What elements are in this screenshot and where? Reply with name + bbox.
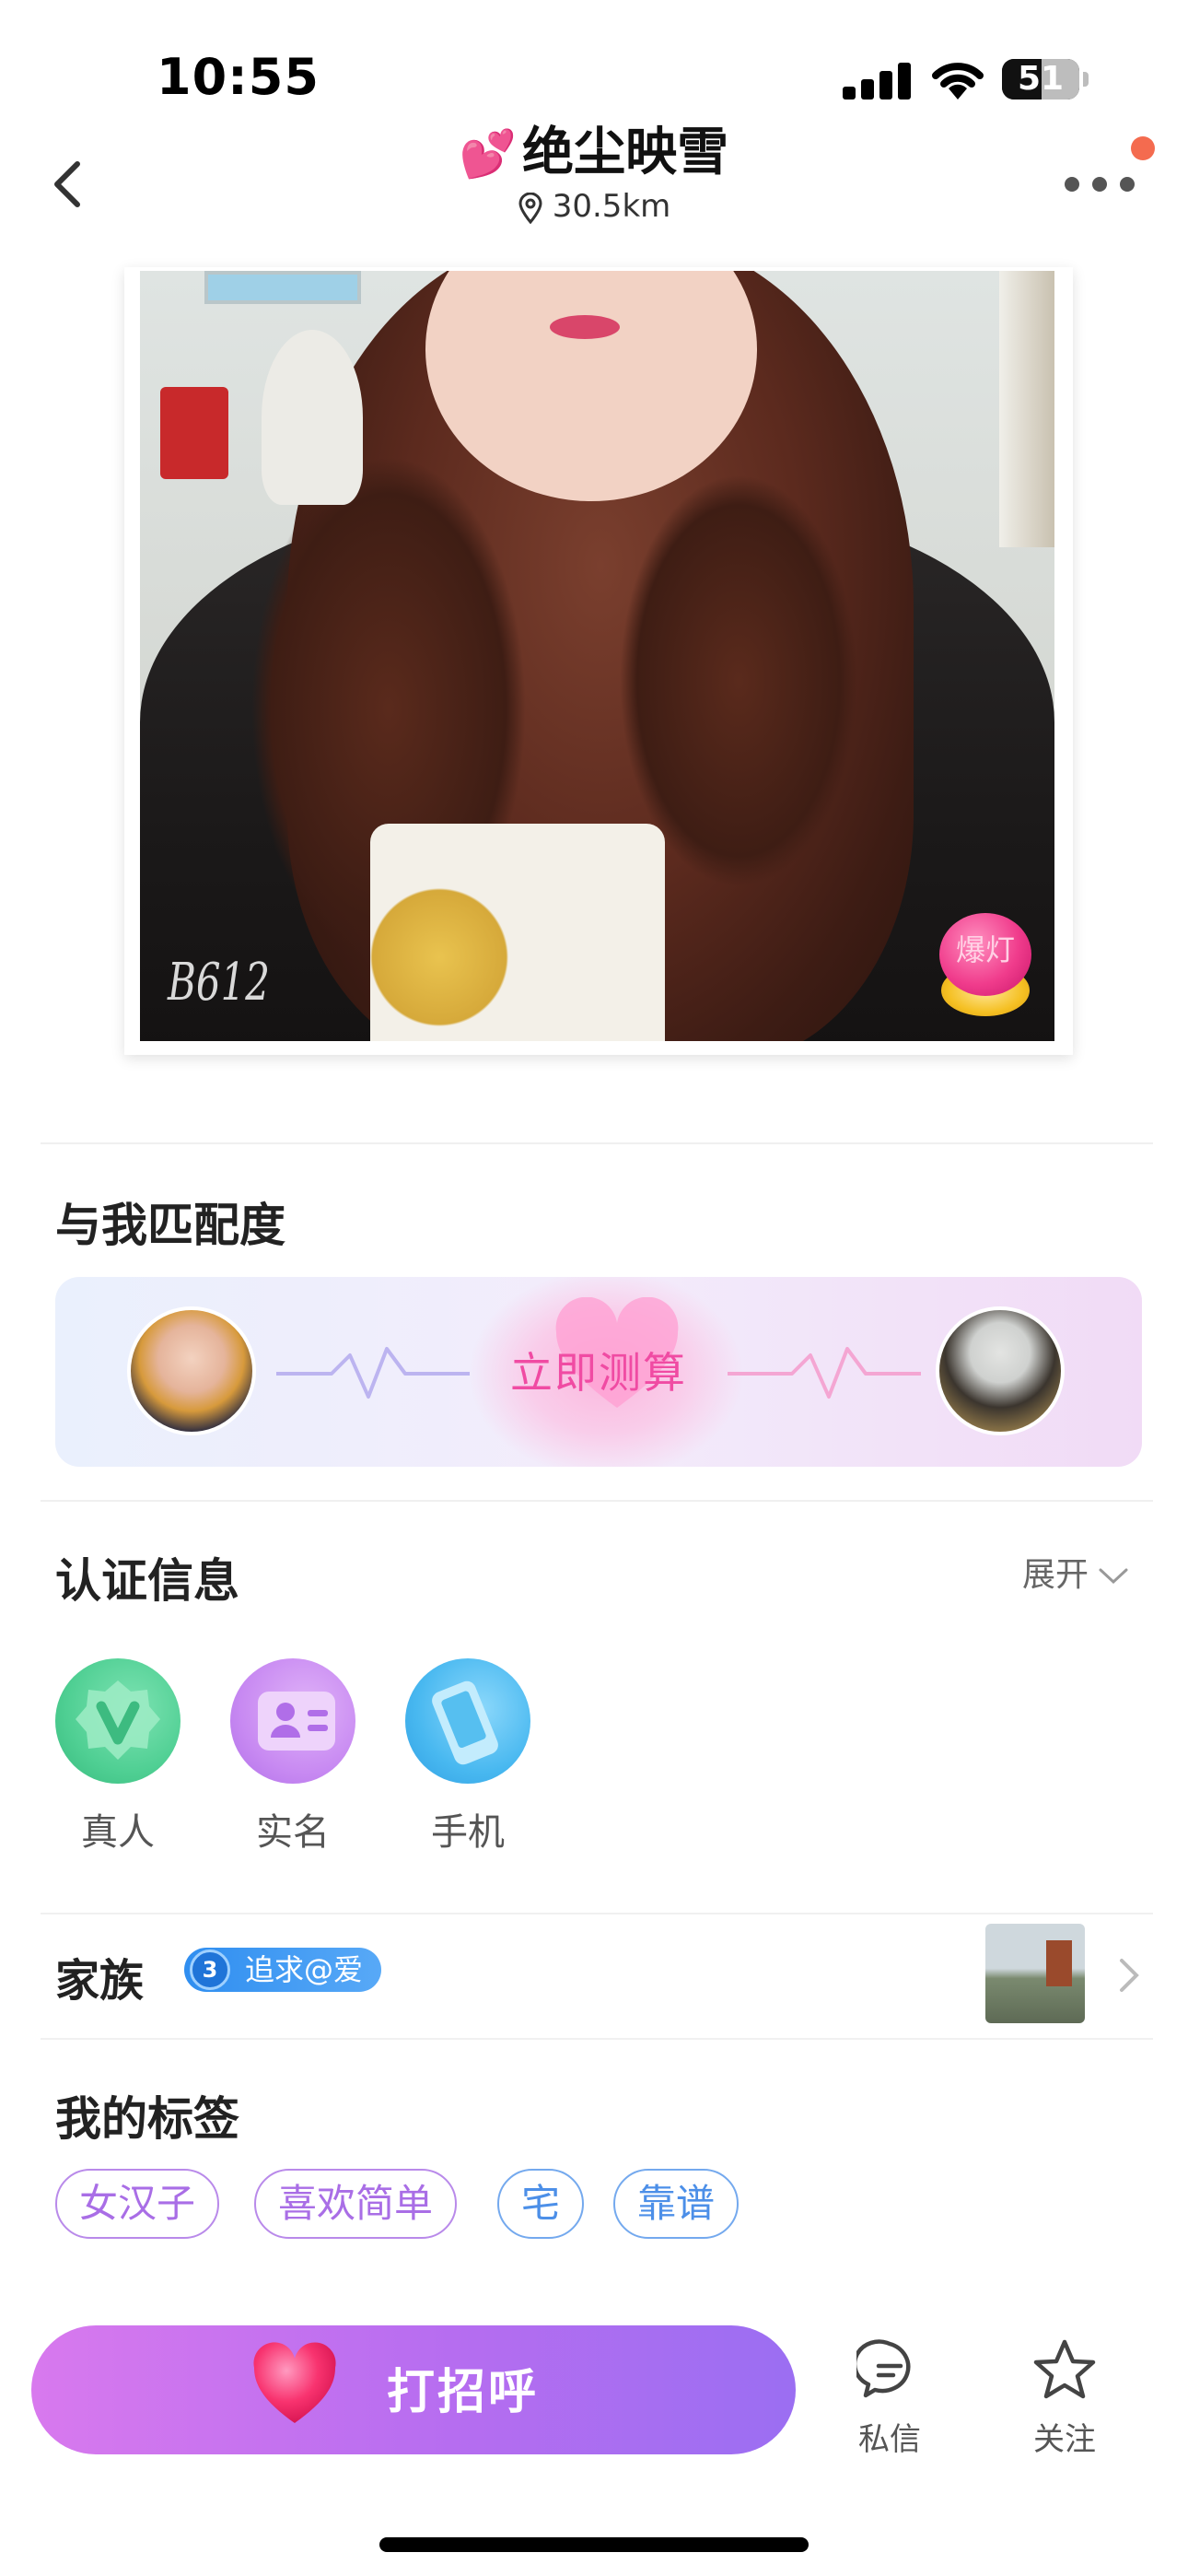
divider xyxy=(41,1500,1153,1502)
distance: 30.5km xyxy=(0,188,1188,225)
battery-nub xyxy=(1083,72,1089,87)
two-hearts-icon: 💕 xyxy=(459,127,518,181)
family-thumbnail[interactable] xyxy=(985,1924,1085,2023)
chevron-right-icon[interactable] xyxy=(1116,1955,1142,1996)
id-card-icon xyxy=(230,1658,355,1784)
tag-chip: 女汉子 xyxy=(55,2169,220,2239)
spotlight-button[interactable]: 爆灯 xyxy=(936,913,1035,1020)
message-button[interactable]: 私信 xyxy=(834,2336,945,2459)
family-level: 3 xyxy=(190,1950,230,1990)
badge-phone[interactable]: 手机 xyxy=(405,1658,530,1856)
more-options-button[interactable] xyxy=(1059,157,1142,203)
status-time: 10:55 xyxy=(157,48,320,106)
greet-label[interactable]: 打招呼 xyxy=(387,2353,539,2422)
phone-icon xyxy=(405,1658,530,1784)
family-label: 家族 xyxy=(55,1955,145,2007)
location-pin-icon xyxy=(518,192,542,224)
badge-real-name[interactable]: 实名 xyxy=(230,1658,355,1856)
home-indicator[interactable] xyxy=(379,2537,809,2552)
badge-real-person[interactable]: 真人 xyxy=(55,1658,181,1856)
profile-photo[interactable]: B612 爆灯 xyxy=(140,271,1054,1041)
badge-label: 实名 xyxy=(256,1811,330,1854)
notification-dot xyxy=(1131,136,1155,160)
chevron-down-icon xyxy=(1099,1568,1128,1585)
profile-photo-card[interactable]: B612 爆灯 xyxy=(124,267,1073,1055)
verification-section-title: 认证信息 xyxy=(55,1554,239,1608)
divider xyxy=(41,1913,1153,1914)
battery-icon: 51 xyxy=(1002,59,1079,100)
tag-chip: 靠谱 xyxy=(613,2169,740,2239)
photo-watermark: B612 xyxy=(168,953,271,1013)
match-calculator-card[interactable]: 立即测算 xyxy=(55,1277,1142,1467)
expand-button[interactable]: 展开 xyxy=(1022,1548,1129,1596)
wifi-icon xyxy=(932,63,984,100)
profile-name: 💕 绝尘映雪 xyxy=(0,111,1188,185)
real-person-v-icon xyxy=(55,1658,181,1784)
divider xyxy=(41,1142,1153,1144)
match-section-title: 与我匹配度 xyxy=(55,1199,285,1252)
follow-button[interactable]: 关注 xyxy=(1009,2336,1120,2459)
divider xyxy=(41,2038,1153,2040)
expand-label: 展开 xyxy=(1022,1556,1089,1594)
badge-label: 真人 xyxy=(81,1811,155,1854)
tags-section-title: 我的标签 xyxy=(55,2092,239,2146)
message-label: 私信 xyxy=(858,2421,921,2458)
my-avatar xyxy=(127,1306,256,1435)
tag-chip: 喜欢简单 xyxy=(254,2169,458,2239)
heart-icon xyxy=(253,2342,336,2423)
star-icon xyxy=(1033,2339,1096,2399)
battery-level: 51 xyxy=(1017,60,1065,98)
spotlight-label: 爆灯 xyxy=(955,932,1015,967)
cellular-signal-icon xyxy=(843,61,913,100)
follow-label: 关注 xyxy=(1033,2421,1096,2458)
badge-label: 手机 xyxy=(431,1811,505,1854)
distance-text: 30.5km xyxy=(552,188,671,225)
chat-bubble-icon xyxy=(852,2339,911,2398)
family-badge[interactable]: 3 追求@爱 xyxy=(184,1948,382,1992)
tag-chip: 宅 xyxy=(497,2169,585,2239)
their-avatar xyxy=(936,1306,1065,1435)
profile-name-text: 绝尘映雪 xyxy=(522,123,729,182)
family-name: 追求@爱 xyxy=(245,1952,364,1987)
